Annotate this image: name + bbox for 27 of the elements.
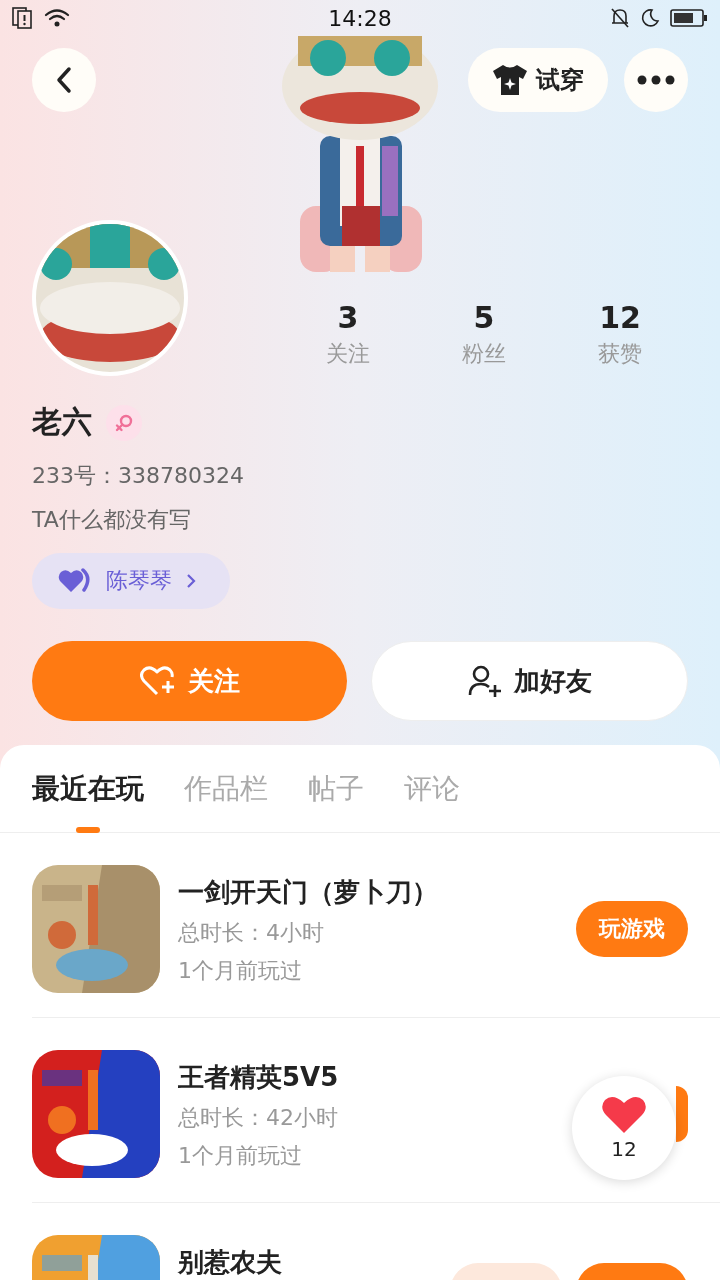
stat-value: 12 [599,300,641,335]
play-duration: 总时长：42小时 [178,1104,338,1132]
like-count: 12 [611,1137,637,1161]
tab[interactable]: 最近在玩 [32,745,144,833]
status-time: 14:28 [328,5,392,31]
add-friend-button[interactable]: 加好友 [371,641,688,721]
play-duration: 总时长：4小时 [178,919,324,947]
try-on-button[interactable]: 试穿 [468,48,608,112]
stat-value: 3 [337,300,359,335]
play-button[interactable]: 玩游戏 [576,901,688,957]
stat-value: 5 [473,300,495,335]
last-played: 1个月前玩过 [178,1142,302,1170]
relation-button[interactable]: 陈琴琴 [32,553,230,609]
user-id: 233号：338780324 [32,462,245,490]
stat-label: 获赞 [598,340,642,368]
last-played: 1个月前玩过 [178,957,302,985]
user-bio: TA什么都没有写 [32,506,192,534]
tab[interactable]: 帖子 [308,745,364,833]
stat-label: 粉丝 [462,340,506,368]
game-title: 一剑开天门（萝卜刀） [178,876,438,909]
user-name: 老六 [32,403,92,441]
tab[interactable]: 评论 [404,745,460,833]
tab[interactable]: 作品栏 [184,745,268,833]
follow-button[interactable]: 关注 [32,641,347,721]
game-title: 别惹农夫 [178,1246,282,1279]
stat-label: 关注 [326,340,370,368]
game-title: 王者精英5V5 [178,1061,339,1094]
